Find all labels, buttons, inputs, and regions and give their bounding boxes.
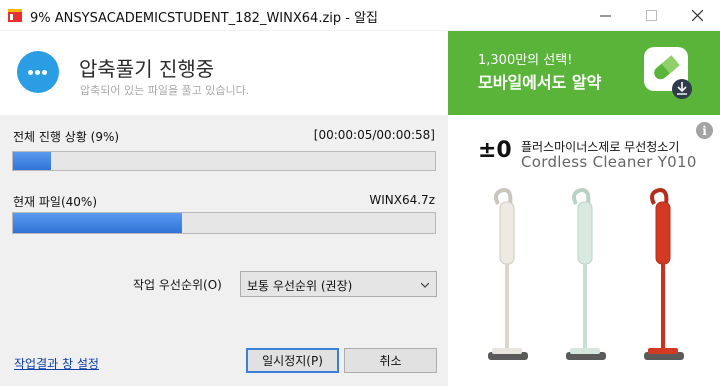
priority-selected-value: 보통 우선순위 (권장) — [247, 279, 353, 293]
close-button[interactable] — [674, 0, 720, 31]
ellipsis-circle-icon — [17, 51, 59, 93]
progress-header: 압축풀기 진행중 압축되어 있는 파일을 풀고 있습니다. — [0, 31, 448, 115]
priority-label: 작업 우선순위(O) — [133, 278, 222, 292]
window-title: 9% ANSYSACADEMICSTUDENT_182_WINX64.zip -… — [30, 11, 379, 26]
advertisement-panel[interactable]: 1,300만의 선택! 모바일에서도 알약 i ±0 플러스마이너스제로 무선청… — [448, 31, 720, 386]
maximize-button[interactable] — [628, 0, 674, 31]
ad-brand-logo: ±0 — [478, 138, 512, 163]
cordless-vacuum-product-image — [488, 187, 684, 360]
result-window-settings-link[interactable]: 작업결과 창 설정 — [14, 355, 99, 372]
progress-panel: 전체 진행 상황 (9%) [00:00:05/00:00:58] 현재 파일(… — [0, 115, 448, 386]
ad-model-name: Cordless Cleaner Y010 — [521, 153, 697, 171]
elapsed-time: [00:00:05/00:00:58] — [313, 128, 435, 142]
cancel-button[interactable]: 취소 — [344, 348, 437, 373]
chevron-down-icon — [421, 282, 429, 288]
dot-icon — [42, 70, 47, 75]
red-vacuum-icon — [644, 187, 684, 360]
alzip-app-icon — [8, 9, 22, 22]
banner-line-1: 1,300만의 선택! — [478, 53, 573, 68]
ad-info-icon[interactable]: i — [696, 122, 713, 139]
current-file-progress-bar — [12, 212, 436, 234]
current-file-progress-fill — [13, 213, 182, 233]
pause-button[interactable]: 일시정지(P) — [246, 348, 339, 373]
mint-vacuum-icon — [566, 187, 606, 360]
banner-line-2: 모바일에서도 알약 — [478, 73, 602, 92]
white-vacuum-icon — [488, 187, 528, 360]
page-subtitle: 압축되어 있는 파일을 풀고 있습니다. — [80, 84, 250, 97]
minimize-icon — [599, 15, 611, 17]
title-bar: 9% ANSYSACADEMICSTUDENT_182_WINX64.zip -… — [0, 0, 720, 31]
maximize-icon — [645, 10, 657, 21]
current-file-name: WINX64.7z — [369, 193, 435, 207]
close-icon — [691, 10, 703, 21]
dot-icon — [35, 70, 40, 75]
overall-progress-fill — [13, 152, 51, 170]
alyac-banner-ad[interactable]: 1,300만의 선택! 모바일에서도 알약 — [448, 31, 720, 115]
dot-icon — [28, 70, 33, 75]
page-title: 압축풀기 진행중 — [79, 57, 215, 81]
alyac-pill-download-icon — [644, 47, 692, 99]
overall-progress-label: 전체 진행 상황 (9%) — [13, 130, 120, 144]
priority-dropdown[interactable]: 보통 우선순위 (권장) — [240, 271, 437, 297]
overall-progress-bar — [12, 151, 436, 171]
current-file-label: 현재 파일(40%) — [13, 195, 98, 209]
minimize-button[interactable] — [582, 0, 628, 31]
